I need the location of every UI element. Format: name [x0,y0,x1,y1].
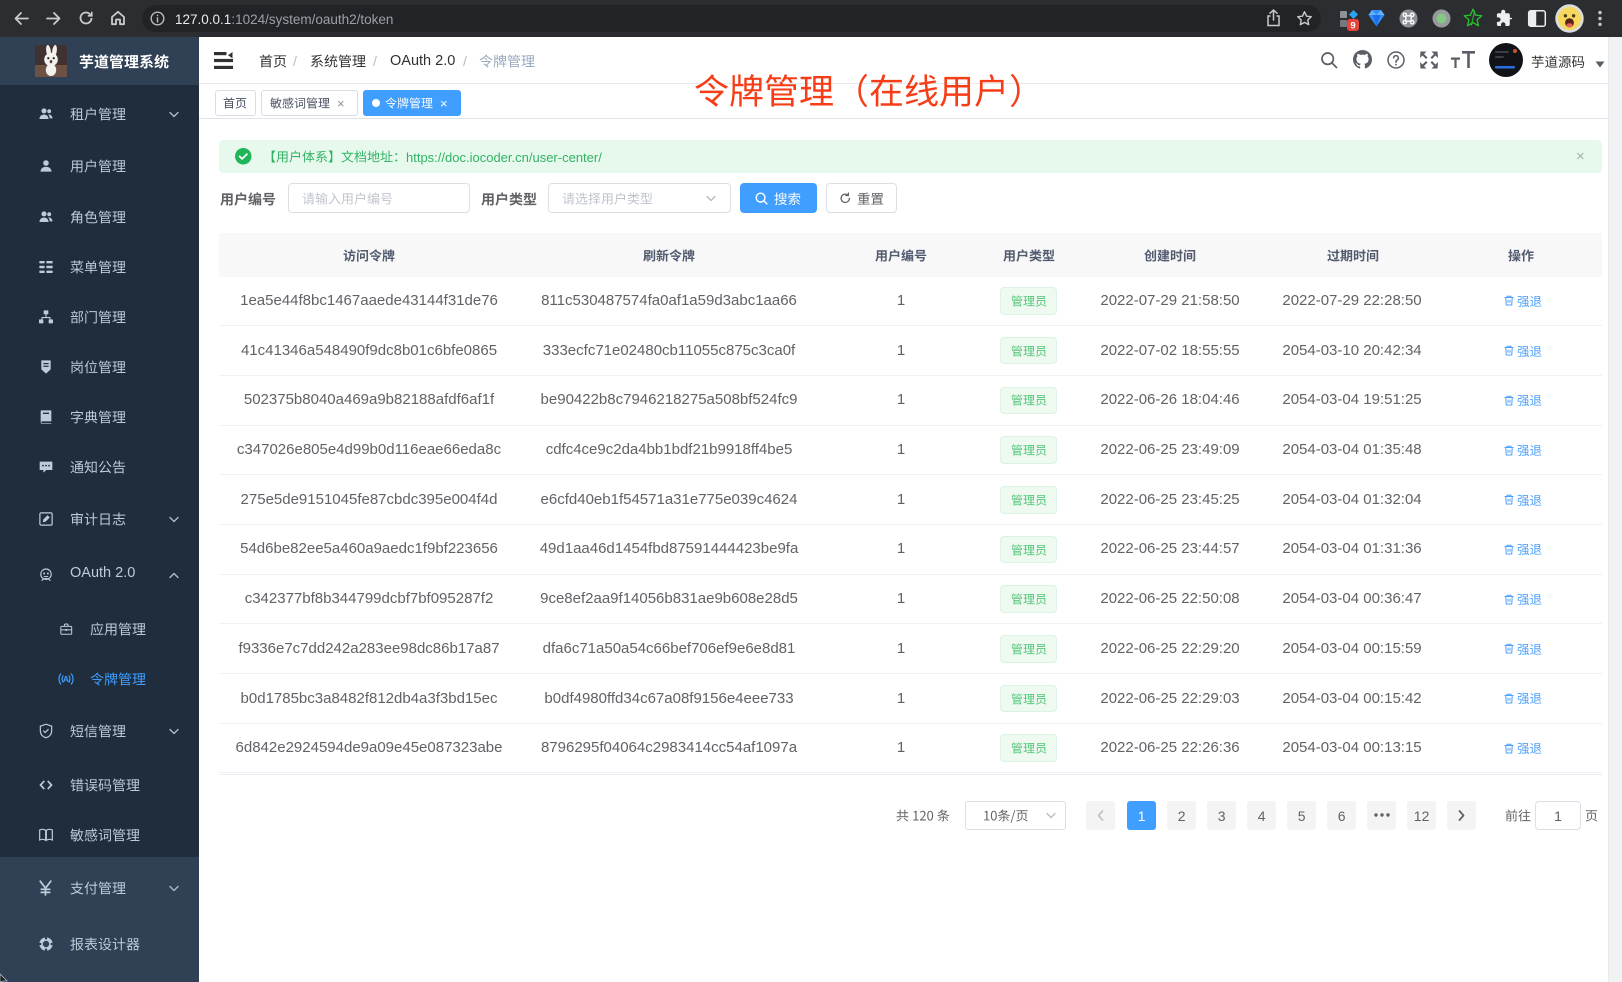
svg-text:9: 9 [1350,21,1355,32]
svg-text:A: A [63,674,69,684]
